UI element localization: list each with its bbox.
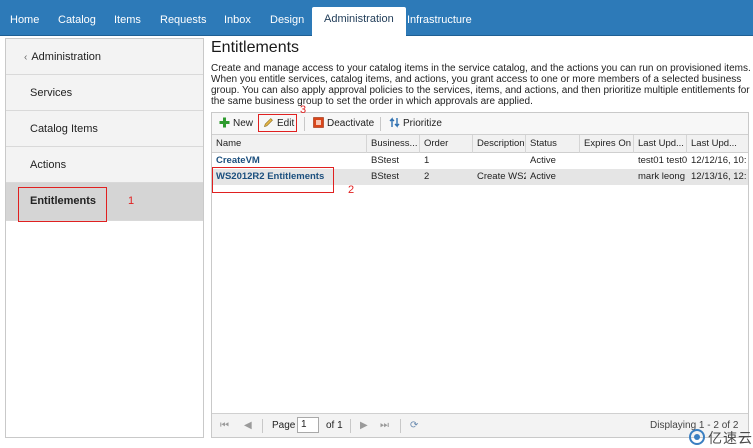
sidebar-item-catalog-items[interactable]: Catalog Items [6, 111, 203, 147]
column-header-order[interactable]: Order [420, 135, 473, 153]
refresh-icon[interactable]: ⟳ [410, 420, 418, 431]
previous-page-icon[interactable]: ◀ [244, 420, 252, 431]
prioritize-button-label: Prioritize [403, 118, 442, 129]
deactivate-button[interactable]: Deactivate [313, 116, 374, 132]
tab-design[interactable]: Design [266, 8, 308, 36]
sidebar: ‹ Administration Services Catalog Items A… [5, 38, 204, 438]
cell-order: 1 [424, 155, 430, 166]
cell-expires-on [580, 153, 634, 169]
pager-separator [350, 419, 351, 433]
cell-last-updated-by: mark leong [638, 171, 685, 182]
tab-catalog[interactable]: Catalog [54, 8, 100, 36]
prioritize-button[interactable]: Prioritize [389, 116, 442, 132]
pager-separator [400, 419, 401, 433]
column-header-status[interactable]: Status [526, 135, 580, 153]
next-page-icon[interactable]: ▶ [360, 420, 368, 431]
page-title: Entitlements [211, 39, 300, 56]
sidebar-item-label: Actions [30, 159, 67, 171]
tab-items[interactable]: Items [110, 8, 145, 36]
cell-order: 2 [424, 171, 430, 182]
sidebar-item-actions[interactable]: Actions [6, 147, 203, 183]
annotation-number: 2 [348, 184, 355, 196]
annotation-box-entitlements [18, 187, 107, 222]
sidebar-item-services[interactable]: Services [6, 75, 203, 111]
last-page-icon[interactable]: ⏭ [380, 420, 389, 431]
tab-requests[interactable]: Requests [156, 8, 210, 36]
annotation-number: 3 [300, 104, 307, 116]
cell-status: Active [530, 155, 556, 166]
page-total-label: of 1 [326, 420, 343, 431]
sidebar-back-administration[interactable]: ‹ Administration [6, 39, 203, 75]
entitlements-grid: New Edit Deactivate Prioritize Name Busi… [211, 112, 749, 438]
toolbar-separator [380, 117, 381, 131]
table-header: Name Business... Order Description Statu… [212, 135, 748, 153]
pager-separator [262, 419, 263, 433]
cell-last-updated-on: 12/12/16, 10: [691, 155, 747, 166]
cell-description: Create WS2( [477, 171, 526, 182]
toolbar-separator [304, 117, 305, 131]
cell-expires-on [580, 169, 634, 185]
column-header-last-updated-by[interactable]: Last Upd... [634, 135, 687, 153]
cell-last-updated-on: 12/13/16, 12: [691, 171, 747, 182]
sidebar-back-label: Administration [31, 51, 102, 63]
cell-last-updated-by: test01 test01 [638, 155, 687, 166]
cell-business-group: BStest [371, 171, 399, 182]
cell-business-group: BStest [371, 155, 399, 166]
prioritize-icon [389, 117, 400, 128]
top-navigation-bar: Home Catalog Items Requests Inbox Design… [0, 0, 753, 36]
tab-home[interactable]: Home [6, 8, 43, 36]
first-page-icon[interactable]: ⏮ [220, 420, 229, 431]
tab-inbox[interactable]: Inbox [220, 8, 255, 36]
cell-description [473, 153, 526, 169]
column-header-name[interactable]: Name [212, 135, 367, 153]
tab-infrastructure[interactable]: Infrastructure [403, 8, 476, 36]
sidebar-item-label: Services [30, 87, 73, 99]
sidebar-item-label: Catalog Items [30, 123, 98, 135]
page-description: Create and manage access to your catalog… [211, 63, 751, 107]
tab-administration[interactable]: Administration [312, 7, 406, 36]
watermark-text: 亿速云 [708, 430, 753, 446]
annotation-box-edit [258, 114, 297, 132]
chevron-left-icon: ‹ [24, 52, 28, 63]
plus-icon [219, 117, 230, 128]
deactivate-button-label: Deactivate [327, 118, 375, 129]
column-header-last-updated-on[interactable]: Last Upd... [687, 135, 748, 153]
annotation-number: 1 [128, 195, 135, 207]
column-header-expires-on[interactable]: Expires On [580, 135, 634, 153]
column-header-business-group[interactable]: Business... [367, 135, 420, 153]
pagination-bar: ⏮ ◀ Page 1 of 1 ▶ ⏭ ⟳ Displaying 1 - 2 o… [212, 413, 748, 437]
column-header-description[interactable]: Description [473, 135, 526, 153]
new-button[interactable]: New [219, 116, 253, 132]
page-label: Page [272, 420, 296, 431]
new-button-label: New [233, 118, 254, 129]
cell-status: Active [530, 171, 556, 182]
deactivate-icon [313, 117, 324, 128]
annotation-box-row [212, 167, 334, 193]
page-number-input[interactable]: 1 [297, 417, 319, 433]
